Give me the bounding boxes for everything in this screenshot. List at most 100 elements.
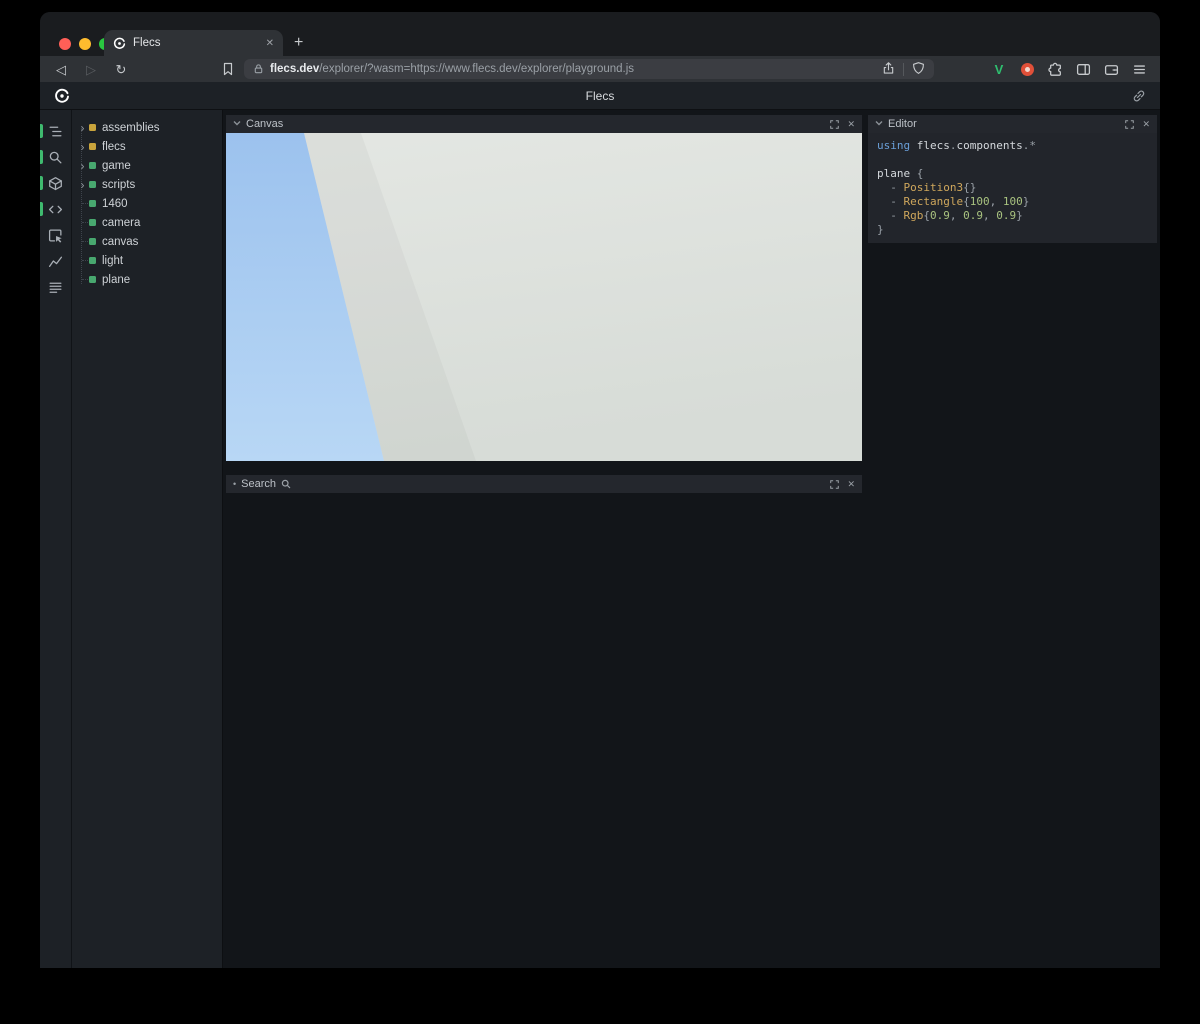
code-line: } [877, 223, 1148, 237]
tree-item-label: camera [102, 217, 140, 229]
tree-item-canvas[interactable]: canvas [72, 232, 222, 251]
entity-tree-icon[interactable] [40, 118, 71, 144]
reload-button[interactable]: ↻ [112, 63, 130, 76]
tree-connector [76, 194, 89, 213]
fullscreen-icon[interactable] [830, 120, 839, 129]
tree-item-game[interactable]: ›game [72, 156, 222, 175]
close-icon[interactable]: ✕ [1142, 120, 1150, 129]
entities-cube-icon[interactable] [40, 170, 71, 196]
chevron-down-icon[interactable] [233, 118, 241, 130]
browser-window: Flecs ✕ + ◁ ▷ ↻ flecs.dev/explorer/?wasm… [40, 12, 1160, 968]
entity-tree-panel: ›assemblies›flecs›game›scripts1460camera… [72, 110, 222, 968]
link-icon[interactable] [1132, 89, 1146, 103]
tree-item-scripts[interactable]: › scripts [72, 175, 222, 194]
log-icon[interactable] [40, 274, 71, 300]
chevron-down-icon[interactable] [875, 118, 883, 130]
entity-color-swatch [89, 124, 96, 131]
minimize-window-button[interactable] [79, 38, 91, 50]
tab-close-icon[interactable]: ✕ [266, 38, 274, 49]
tab-title: Flecs [133, 37, 259, 49]
close-icon[interactable]: ✕ [847, 480, 855, 489]
wallet-icon[interactable] [1102, 60, 1120, 78]
new-tab-button[interactable]: + [294, 34, 303, 52]
menu-icon[interactable] [1130, 60, 1148, 78]
code-line: using flecs.components.* [877, 139, 1148, 153]
tree-connector [76, 251, 89, 270]
forward-button[interactable]: ▷ [82, 63, 100, 76]
editor-panel-title: Editor [888, 118, 917, 130]
main-area: Canvas ✕ [222, 110, 1160, 968]
sidebar-toggle-icon[interactable] [1074, 60, 1092, 78]
app-body: ›assemblies›flecs›game›scripts1460camera… [40, 110, 1160, 968]
lock-icon [253, 63, 264, 75]
entity-color-swatch [89, 257, 96, 264]
flecs-explorer-app: Flecs ›assemblies›flecs›game›scripts1460… [40, 82, 1160, 968]
bookmark-icon[interactable] [220, 62, 236, 76]
tree-item-plane[interactable]: plane [72, 270, 222, 289]
tree-item-label: light [102, 255, 123, 267]
tree-item-label: 1460 [102, 198, 128, 210]
extension-circle-icon[interactable] [1018, 60, 1036, 78]
entity-color-swatch [89, 143, 96, 150]
entity-color-swatch [89, 162, 96, 169]
app-header: Flecs [40, 82, 1160, 110]
expand-chevron-icon[interactable]: › [76, 160, 89, 172]
search-icon [281, 479, 291, 489]
tree-item-label: assemblies [102, 122, 160, 134]
code-line [877, 153, 1148, 167]
code-line: - Rgb{0.9, 0.9, 0.9} [877, 209, 1148, 223]
fullscreen-icon[interactable] [830, 480, 839, 489]
tree-item-light[interactable]: light [72, 251, 222, 270]
url-path: /explorer/?wasm=https://www.flecs.dev/ex… [319, 63, 634, 75]
share-icon[interactable] [882, 61, 895, 78]
back-button[interactable]: ◁ [52, 63, 70, 76]
fullscreen-icon[interactable] [1125, 120, 1134, 129]
tree-item-1460[interactable]: 1460 [72, 194, 222, 213]
brave-shield-icon[interactable] [912, 61, 925, 78]
tree-item-flecs[interactable]: ›flecs [72, 137, 222, 156]
search-panel-header: • Search ✕ [226, 475, 862, 493]
tree-item-camera[interactable]: camera [72, 213, 222, 232]
extension-v-icon[interactable]: V [990, 60, 1008, 78]
tree-connector [76, 213, 89, 232]
tree-connector [76, 232, 89, 251]
stats-chart-icon[interactable] [40, 248, 71, 274]
canvas-panel-title: Canvas [246, 118, 283, 130]
entity-color-swatch [89, 200, 96, 207]
editor-panel: Editor ✕ using flecs.components.* plane {… [868, 115, 1157, 243]
toolbar-extensions: V [990, 60, 1148, 78]
bullet-icon: • [233, 479, 236, 489]
browser-toolbar: ◁ ▷ ↻ flecs.dev/explorer/?wasm=https://w… [40, 56, 1160, 82]
tree-connector [76, 270, 89, 289]
tree-item-label: plane [102, 274, 130, 286]
flecs-favicon-icon [113, 37, 126, 50]
entity-color-swatch [89, 276, 96, 283]
close-icon[interactable]: ✕ [847, 120, 855, 129]
code-line: - Rectangle{100, 100} [877, 195, 1148, 209]
code-line: plane { [877, 167, 1148, 181]
extensions-puzzle-icon[interactable] [1046, 60, 1064, 78]
app-title: Flecs [40, 89, 1160, 103]
code-icon[interactable] [40, 196, 71, 222]
entity-color-swatch [89, 219, 96, 226]
url-domain: flecs.dev [270, 63, 319, 75]
inspector-icon[interactable] [40, 222, 71, 248]
editor-panel-header: Editor ✕ [868, 115, 1157, 133]
entity-color-swatch [89, 238, 96, 245]
search-panel: • Search ✕ [226, 475, 862, 493]
editor-code[interactable]: using flecs.components.*plane { - Positi… [868, 133, 1157, 243]
icon-rail [40, 110, 72, 968]
expand-chevron-icon[interactable]: › [76, 122, 89, 134]
query-search-icon[interactable] [40, 144, 71, 170]
canvas-3d-view[interactable] [226, 133, 862, 461]
expand-chevron-icon[interactable]: › [76, 179, 89, 191]
tree-item-label: canvas [102, 236, 138, 248]
canvas-panel-header: Canvas ✕ [226, 115, 862, 133]
expand-chevron-icon[interactable]: › [76, 141, 89, 153]
tree-item-label: scripts [102, 179, 135, 191]
url-bar[interactable]: flecs.dev/explorer/?wasm=https://www.fle… [244, 59, 934, 79]
browser-tab[interactable]: Flecs ✕ [104, 30, 283, 56]
tree-item-assemblies[interactable]: › assemblies [72, 118, 222, 137]
close-window-button[interactable] [59, 38, 71, 50]
url-bar-divider [903, 63, 904, 76]
